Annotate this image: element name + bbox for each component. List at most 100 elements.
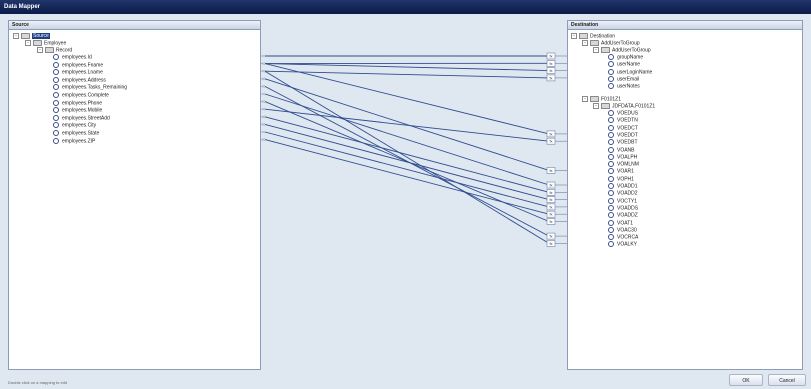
source-field[interactable]: employees.StreetAdd [53, 114, 110, 121]
tree-node-f0101z1[interactable]: − F0101Z1 [582, 96, 621, 102]
destination-field[interactable]: VOPH1 [608, 175, 634, 182]
tree-node-destination-root[interactable]: − Destination [571, 33, 615, 39]
destination-field[interactable]: VOALPH [608, 153, 637, 160]
mapping-link[interactable] [264, 123, 550, 201]
source-connector[interactable] [260, 123, 266, 126]
destination-field[interactable]: groupName [608, 54, 643, 60]
function-box[interactable]: fx [546, 196, 567, 203]
function-box[interactable]: fx [546, 232, 567, 240]
field-label: employees.Mobile [62, 107, 103, 114]
source-field[interactable]: employees.Phone [53, 99, 102, 106]
ok-button[interactable]: OK [729, 374, 763, 386]
source-connector[interactable] [260, 130, 266, 134]
function-box[interactable]: fx [546, 67, 567, 74]
function-box-label: fx [549, 139, 552, 144]
function-box[interactable]: fx [546, 210, 567, 218]
source-field[interactable]: employees.Id [53, 54, 92, 60]
source-connector[interactable] [260, 69, 266, 73]
field-label: userNotes [617, 83, 640, 90]
function-box[interactable]: fx [546, 181, 567, 189]
destination-field[interactable]: VOEDCT [608, 124, 638, 131]
mapping-link[interactable] [264, 139, 550, 215]
destination-field[interactable]: VOMLNM [608, 161, 639, 167]
mapping-link[interactable] [264, 86, 550, 237]
destination-field[interactable]: VOALKY [608, 241, 637, 248]
function-box[interactable]: fx [546, 189, 567, 196]
collapse-icon[interactable]: − [37, 47, 43, 53]
function-box[interactable]: fx [546, 74, 567, 82]
mapping-link[interactable] [264, 78, 550, 171]
mapping-link[interactable] [264, 108, 550, 142]
folder-icon [45, 47, 54, 53]
function-box[interactable]: fx [546, 59, 567, 67]
destination-field[interactable]: VOAR1 [608, 168, 634, 175]
destination-field[interactable]: VOADDS [608, 204, 638, 211]
source-field[interactable]: employees.Fname [53, 61, 103, 68]
tree-node-jdfdata[interactable]: − JDFDATA.F0101Z1 [593, 103, 655, 109]
destination-field[interactable]: userLoginName [608, 68, 652, 75]
mapping-lines[interactable]: fx fx fx fx fx fx fx fx fx fx fx fx fx fx fx [260, 20, 567, 370]
destination-field[interactable]: VOADD2 [608, 190, 638, 197]
cancel-button[interactable]: Cancel [768, 374, 806, 386]
tree-node-employee[interactable]: − Employee [25, 40, 66, 46]
destination-field[interactable]: userEmail [608, 75, 639, 82]
tree-node-adduser-group[interactable]: − AddUserToGroup [582, 40, 640, 46]
collapse-icon[interactable]: − [582, 96, 588, 102]
source-field[interactable]: employees.City [53, 122, 96, 129]
collapse-icon[interactable]: − [13, 33, 19, 39]
function-box[interactable]: fx [546, 137, 567, 145]
source-connector[interactable] [260, 138, 266, 141]
function-box[interactable]: fx [546, 167, 567, 174]
tree-node-adduser-child[interactable]: − AddUserToGroup [593, 47, 651, 53]
source-field[interactable]: employees.Tasks_Remaining [53, 84, 127, 91]
function-box[interactable]: fx [546, 218, 567, 225]
source-connector[interactable] [260, 62, 266, 65]
mapping-link[interactable] [264, 63, 550, 72]
source-connector[interactable] [260, 77, 266, 81]
mapping-link[interactable] [264, 131, 550, 208]
tree-node-source-root[interactable]: − Source [13, 33, 50, 40]
source-field[interactable]: employees.Address [53, 76, 106, 83]
source-connector[interactable] [260, 100, 266, 103]
destination-field[interactable]: VOANB [608, 146, 635, 153]
source-connector[interactable] [260, 85, 266, 88]
destination-field[interactable]: userName [608, 61, 640, 68]
function-box[interactable]: fx [546, 240, 567, 247]
function-box[interactable]: fx [546, 52, 567, 60]
collapse-icon[interactable]: − [593, 103, 599, 109]
source-field[interactable]: employees.State [53, 130, 99, 136]
destination-field[interactable]: VOEDBT [608, 139, 638, 146]
source-field[interactable]: employees.Lname [53, 69, 103, 76]
destination-field[interactable]: VOCRCA [608, 234, 638, 240]
source-field[interactable]: employees.Complete [53, 92, 109, 98]
collapse-icon[interactable]: − [571, 33, 577, 39]
tree-node-record[interactable]: − Record [37, 47, 72, 53]
mapping-link[interactable] [264, 70, 550, 244]
field-label: employees.Complete [62, 92, 109, 99]
destination-field[interactable]: VOAT1 [608, 219, 633, 226]
destination-field[interactable]: VOEDTN [608, 117, 638, 124]
function-box[interactable]: fx [546, 203, 567, 211]
function-box-label: fx [549, 54, 552, 59]
function-box[interactable]: fx [546, 130, 567, 138]
collapse-icon[interactable]: − [593, 47, 599, 53]
mapping-canvas[interactable]: fx fx fx fx fx fx fx fx fx fx fx fx fx fx fx [260, 20, 567, 370]
source-field[interactable]: employees.ZIP [53, 137, 95, 144]
destination-field[interactable]: VOEDDT [608, 131, 638, 138]
destination-field[interactable]: VOCTY1 [608, 197, 637, 204]
field-icon [53, 99, 59, 106]
destination-field[interactable]: userNotes [608, 83, 640, 90]
destination-field[interactable]: VOADD1 [608, 183, 638, 189]
destination-field[interactable]: VOADDZ [608, 212, 638, 219]
mapping-link[interactable] [264, 93, 550, 186]
destination-field[interactable]: VOEDUS [608, 110, 638, 116]
source-connector[interactable] [260, 92, 266, 96]
collapse-icon[interactable]: − [25, 40, 31, 46]
collapse-icon[interactable]: − [582, 40, 588, 46]
source-connector[interactable] [260, 54, 266, 58]
source-field[interactable]: employees.Mobile [53, 107, 103, 114]
source-connector[interactable] [260, 107, 266, 111]
destination-field[interactable]: VOAC30 [608, 226, 637, 233]
source-connector[interactable] [260, 115, 266, 119]
mapping-link[interactable] [264, 116, 550, 193]
